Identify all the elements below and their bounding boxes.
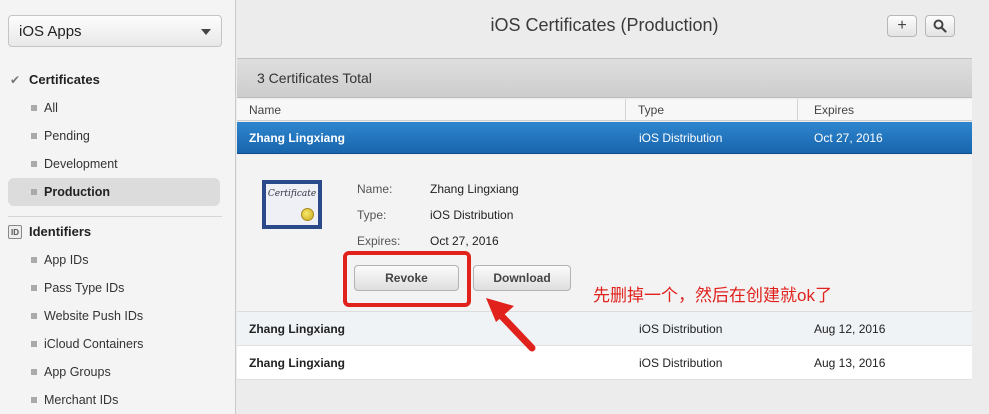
chevron-down-icon: [201, 29, 211, 35]
sidebar-item-website-push-ids[interactable]: Website Push IDs: [8, 302, 220, 330]
bullet-icon: [31, 313, 37, 319]
bullet-icon: [31, 189, 37, 195]
certificates-total-text: 3 Certificates Total: [257, 70, 372, 86]
column-header-name[interactable]: Name: [237, 99, 626, 121]
sidebar-item-label: App Groups: [44, 365, 111, 379]
sidebar-item-label: Development: [44, 157, 118, 171]
section-title: Identifiers: [29, 224, 92, 239]
sidebar-item-label: App IDs: [44, 253, 89, 267]
bullet-icon: [31, 285, 37, 291]
sidebar-item-all[interactable]: All: [8, 94, 220, 122]
search-button[interactable]: [925, 15, 955, 37]
column-header-expires[interactable]: Expires: [798, 99, 972, 121]
annotation-text: 先删掉一个，然后在创建就ok了: [593, 286, 832, 305]
cell-expires: Aug 12, 2016: [814, 322, 886, 336]
sidebar-item-app-ids[interactable]: App IDs: [8, 246, 220, 274]
sidebar-item-label: Pending: [44, 129, 90, 143]
bullet-icon: [31, 341, 37, 347]
detail-value-type: iOS Distribution: [430, 208, 514, 222]
main-header: iOS Certificates (Production) +: [237, 0, 972, 58]
search-icon: [933, 19, 947, 33]
detail-label-type: Type:: [357, 208, 387, 222]
detail-label-expires: Expires:: [357, 234, 401, 248]
sidebar-item-label: Production: [44, 185, 110, 199]
sidebar-item-icloud-containers[interactable]: iCloud Containers: [8, 330, 220, 358]
certificate-icon-text: Certificate: [267, 189, 317, 199]
bullet-icon: [31, 369, 37, 375]
table-row[interactable]: Zhang Lingxiang iOS Distribution Aug 13,…: [237, 346, 972, 380]
certificate-badge-icon: ✔: [9, 73, 21, 87]
section-title: Certificates: [29, 72, 100, 87]
section-divider: [8, 216, 222, 217]
sidebar-item-app-groups[interactable]: App Groups: [8, 358, 220, 386]
certificate-paper: Certificate: [266, 184, 318, 225]
sidebar-item-label: Website Push IDs: [44, 309, 144, 323]
cell-expires: Aug 13, 2016: [814, 356, 886, 370]
cell-type: iOS Distribution: [639, 322, 723, 336]
bullet-icon: [31, 257, 37, 263]
sidebar-item-label: All: [44, 101, 58, 115]
column-header-label: Expires: [814, 103, 855, 117]
cell-type: iOS Distribution: [639, 131, 723, 145]
bullet-icon: [31, 397, 37, 403]
annotation-highlight-box: [343, 251, 471, 307]
table-row[interactable]: Zhang Lingxiang iOS Distribution Aug 12,…: [237, 312, 972, 346]
add-certificate-button[interactable]: +: [887, 15, 917, 37]
app-type-select-value: iOS Apps: [19, 23, 82, 40]
sidebar-item-pass-type-ids[interactable]: Pass Type IDs: [8, 274, 220, 302]
detail-label-name: Name:: [357, 182, 393, 196]
annotation-arrow-icon: [486, 298, 536, 352]
app-type-select[interactable]: iOS Apps: [8, 15, 222, 47]
id-badge-icon: ID: [8, 225, 22, 239]
scrollbar[interactable]: [972, 0, 989, 414]
bullet-icon: [31, 161, 37, 167]
bullet-icon: [31, 133, 37, 139]
cell-name: Zhang Lingxiang: [249, 322, 345, 336]
sidebar-item-label: Merchant IDs: [44, 393, 119, 407]
certificate-icon: Certificate: [262, 180, 322, 229]
column-header-label: Type: [638, 103, 665, 117]
sidebar-item-production[interactable]: Production: [8, 178, 220, 206]
empty-area: [237, 381, 972, 414]
cell-expires: Oct 27, 2016: [814, 131, 883, 145]
cell-name: Zhang Lingxiang: [249, 356, 345, 370]
sidebar-item-development[interactable]: Development: [8, 150, 220, 178]
column-header-label: Name: [249, 103, 282, 117]
column-header-type[interactable]: Type: [626, 99, 798, 121]
certificates-total-bar: 3 Certificates Total: [237, 58, 972, 98]
page-title: iOS Certificates (Production): [490, 15, 719, 35]
sidebar: iOS Apps ✔ Certificates All Pending Deve…: [0, 0, 236, 414]
detail-value-expires: Oct 27, 2016: [430, 234, 499, 248]
cell-type: iOS Distribution: [639, 356, 723, 370]
seal-icon: [301, 208, 314, 221]
table-header: Name Type Expires: [237, 99, 972, 121]
sidebar-item-label: Pass Type IDs: [44, 281, 125, 295]
sidebar-item-merchant-ids[interactable]: Merchant IDs: [8, 386, 220, 414]
sidebar-item-pending[interactable]: Pending: [8, 122, 220, 150]
table-row-selected[interactable]: Zhang Lingxiang iOS Distribution Oct 27,…: [237, 122, 972, 154]
plus-icon: +: [897, 17, 907, 34]
sidebar-item-label: iCloud Containers: [44, 337, 144, 351]
bullet-icon: [31, 105, 37, 111]
cell-name: Zhang Lingxiang: [249, 131, 345, 145]
detail-value-name: Zhang Lingxiang: [430, 182, 519, 196]
